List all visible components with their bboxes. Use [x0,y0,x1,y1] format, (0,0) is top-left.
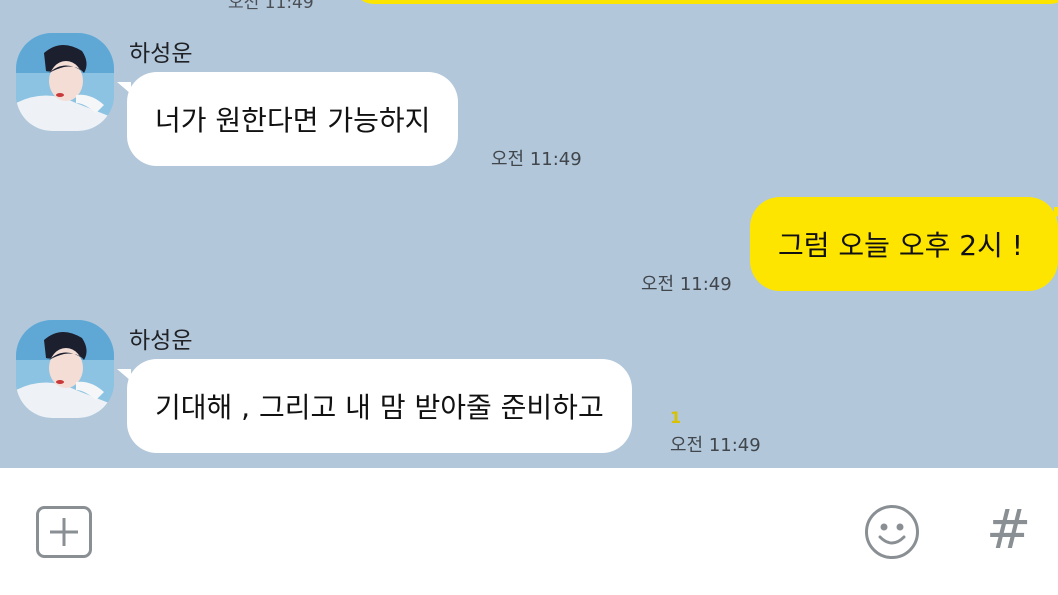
smiley-icon [865,505,919,559]
outgoing-message-bubble[interactable]: 그럼 오늘 오후 2시 ! [750,197,1058,291]
plus-square-icon [36,506,92,558]
message-text: 너가 원한다면 가능하지 [155,104,431,137]
message-text: 기대해 , 그리고 내 맘 받아줄 준비하고 [155,391,604,424]
message-time: 오전 11:49 [228,0,314,13]
message-input-bar: # [0,468,1058,595]
message-text: 그럼 오늘 오후 2시 ! [778,229,1023,262]
sender-name: 하성운 [129,41,193,67]
attach-button[interactable] [36,506,92,562]
incoming-message-bubble[interactable]: 기대해 , 그리고 내 맘 받아줄 준비하고 [117,359,632,453]
sender-avatar[interactable] [16,33,114,131]
sender-avatar[interactable] [16,320,114,418]
hashtag-icon[interactable]: # [986,502,1034,558]
message-time: 오전 11:49 [491,149,582,170]
message-time: 오전 11:49 [641,274,732,295]
profile-photo [16,33,114,131]
sender-name: 하성운 [129,328,193,354]
incoming-message-bubble[interactable]: 너가 원한다면 가능하지 [116,72,459,166]
chat-screen: 오전 11:49 하성운 너가 원한다면 가능하지 오전 11:49 오전 11… [0,0,1058,595]
emoticon-button[interactable] [864,504,920,564]
outgoing-message-bubble[interactable] [352,0,1058,4]
message-list[interactable]: 오전 11:49 하성운 너가 원한다면 가능하지 오전 11:49 오전 11… [0,0,1058,468]
profile-photo [16,320,114,418]
message-time: 오전 11:49 [670,435,761,456]
unread-count: 1 [670,408,682,427]
